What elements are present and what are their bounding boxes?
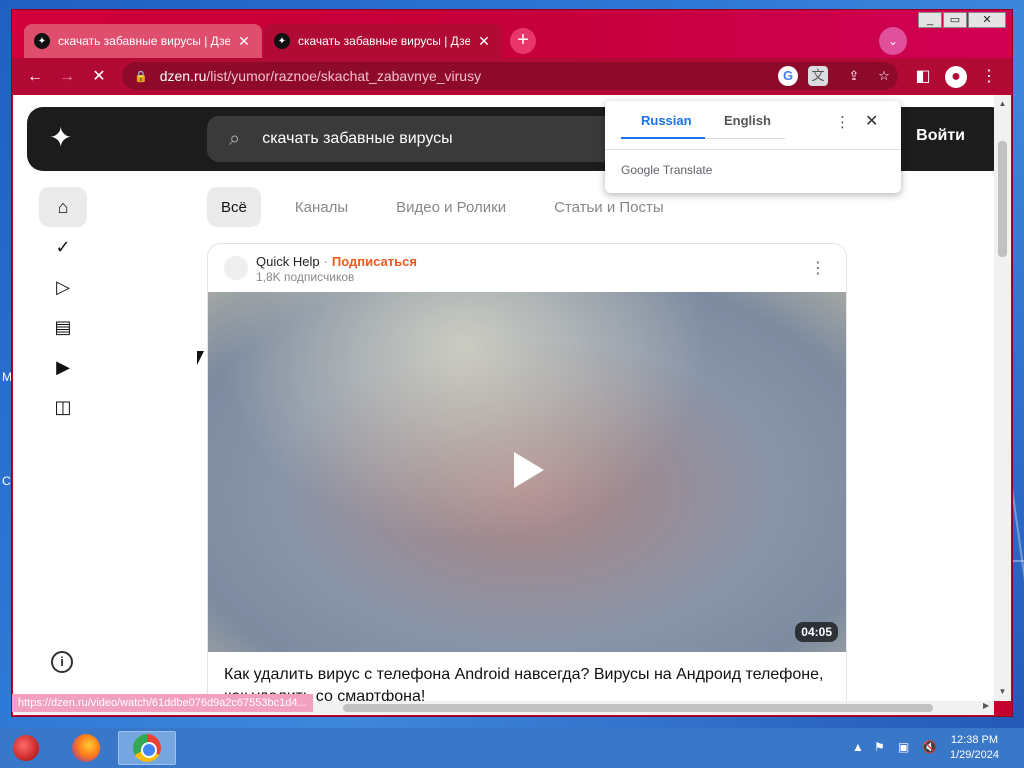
search-query: скачать забавные вирусы [262,130,453,147]
clock-date: 1/29/2024 [950,749,999,761]
more-options-icon[interactable]: ⋮ [810,258,826,278]
back-icon[interactable]: ← [24,66,46,88]
new-tab-button[interactable]: + [510,28,536,54]
channel-name[interactable]: Quick Help [256,254,320,269]
page-viewport: ✦ ⌕ скачать забавные вирусы Войти ⌂ ✓ ▷ … [13,95,994,701]
tab-strip: ✦ скачать забавные вирусы | Дзен ✕ ✦ ска… [12,10,1012,58]
network-icon[interactable]: ▣ [898,740,909,754]
system-clock[interactable]: 12:38 PM 1/29/2024 [950,733,999,763]
dzen-favicon-icon: ✦ [274,33,290,49]
scroll-thumb[interactable] [998,141,1007,257]
browser-tab-active[interactable]: ✦ скачать забавные вирусы | Дзен ✕ [264,24,502,58]
lock-icon[interactable]: 🔒 [134,70,148,83]
vertical-scrollbar[interactable]: ▲ ▼ [994,95,1011,701]
taskbar: ▲ ⚑ ▣ 🔇 12:38 PM 1/29/2024 [0,728,1024,768]
dzen-logo-icon[interactable]: ✦ [49,124,72,152]
video-card[interactable]: Quick Help · Подписаться 1,8K подписчиков … [207,243,847,701]
profile-avatar-icon[interactable]: ● [945,66,967,88]
chrome-icon [133,734,161,762]
nav-video-icon[interactable]: ▷ [39,267,87,307]
dzen-favicon-icon: ✦ [34,33,50,49]
close-tab-icon[interactable]: ✕ [236,33,252,50]
tab-title: скачать забавные вирусы | Дзен [298,34,470,48]
card-header: Quick Help · Подписаться 1,8K подписчиков … [208,244,846,292]
firefox-icon [72,734,100,762]
status-bar-url: https://dzen.ru/video/watch/61ddbe076d9a… [12,694,313,712]
filter-channels[interactable]: Каналы [281,187,362,227]
info-icon[interactable]: i [51,651,73,673]
nav-articles-icon[interactable]: ▤ [39,307,87,347]
scroll-right-icon[interactable]: ▶ [983,701,989,710]
forward-icon[interactable]: → [56,66,78,88]
tray-expand-icon[interactable]: ▲ [852,740,864,754]
channel-line: Quick Help · Подписаться [256,254,417,269]
translate-tab-source[interactable]: Russian [641,113,692,128]
minimize-button[interactable]: _ [918,12,942,28]
url-path: /list/yumor/raznoe/skachat_zabavnye_viru… [206,68,482,84]
channel-avatar[interactable] [224,256,248,280]
url-host: dzen.ru [159,68,207,84]
browser-window: ✦ скачать забавные вирусы | Дзен ✕ ✦ ска… [11,9,1013,717]
nav-shorts-icon[interactable]: ▶ [39,347,87,387]
translate-brand: Google Translate [621,163,713,177]
close-tab-icon[interactable]: ✕ [476,33,492,50]
video-title[interactable]: Как удалить вирус с телефона Android нав… [224,664,834,701]
left-nav: ⌂ ✓ ▷ ▤ ▶ ◫ [39,187,87,427]
translate-menu-icon[interactable]: ⋮ [835,113,850,131]
nav-studio-icon[interactable]: ◫ [39,387,87,427]
active-tab-indicator [621,137,705,139]
filter-all[interactable]: Всё [207,187,261,227]
kebab-menu-icon[interactable]: ⋮ [978,66,1000,88]
tab-search-button[interactable]: ⌄ [879,27,907,55]
stop-loading-icon[interactable]: ✕ [88,66,110,88]
google-translate-popup: Russian English ⋮ ✕ Google Translate [605,101,901,193]
close-window-button[interactable]: ✕ [968,12,1006,28]
tab-title: скачать забавные вирусы | Дзен [58,34,230,48]
video-duration: 04:05 [795,622,838,642]
tab-underline [705,138,785,139]
mouse-cursor-icon [197,351,204,365]
address-bar[interactable]: 🔒 dzen.ru/list/yumor/raznoe/skachat_zaba… [122,62,898,90]
taskbar-start-icon[interactable] [6,731,46,765]
side-panel-icon[interactable]: ◧ [912,66,934,88]
desktop-icon-label-fragment: C [2,474,11,488]
subscriber-count: 1,8K подписчиков [256,270,355,284]
scroll-thumb[interactable] [343,704,933,712]
scroll-down-icon[interactable]: ▼ [994,687,1011,696]
volume-muted-icon[interactable]: 🔇 [922,740,937,754]
play-icon[interactable] [514,452,544,488]
separator: · [323,254,328,269]
search-icon: ⌕ [229,127,241,150]
close-icon[interactable]: ✕ [865,111,878,131]
clock-time: 12:38 PM [950,734,999,746]
taskbar-chrome-icon[interactable] [118,731,176,765]
taskbar-firefox-icon[interactable] [66,731,106,765]
search-filters: Всё Каналы Видео и Ролики Статьи и Посты [207,187,678,227]
flag-icon[interactable]: ⚑ [874,740,885,754]
nav-home-icon[interactable]: ⌂ [39,187,87,227]
maximize-button[interactable]: ▭ [943,12,967,28]
translate-tab-target[interactable]: English [724,113,771,128]
google-icon[interactable]: G [778,66,798,86]
bookmark-star-icon[interactable]: ☆ [874,66,894,86]
browser-tab[interactable]: ✦ скачать забавные вирусы | Дзен ✕ [24,24,262,58]
login-button[interactable]: Войти [916,127,965,145]
subscribe-button[interactable]: Подписаться [332,254,417,269]
ornament-icon [13,735,39,761]
video-thumbnail[interactable]: 04:05 [208,292,846,652]
share-icon[interactable]: ⇪ [844,66,864,86]
scroll-up-icon[interactable]: ▲ [994,99,1011,108]
nav-subscriptions-icon[interactable]: ✓ [39,227,87,267]
divider [605,149,901,150]
browser-toolbar: ← → ✕ 🔒 dzen.ru/list/yumor/raznoe/skacha… [12,58,1012,94]
filter-videos[interactable]: Видео и Ролики [382,187,520,227]
filter-articles[interactable]: Статьи и Посты [540,187,678,227]
translate-icon[interactable]: 文 [808,66,828,86]
